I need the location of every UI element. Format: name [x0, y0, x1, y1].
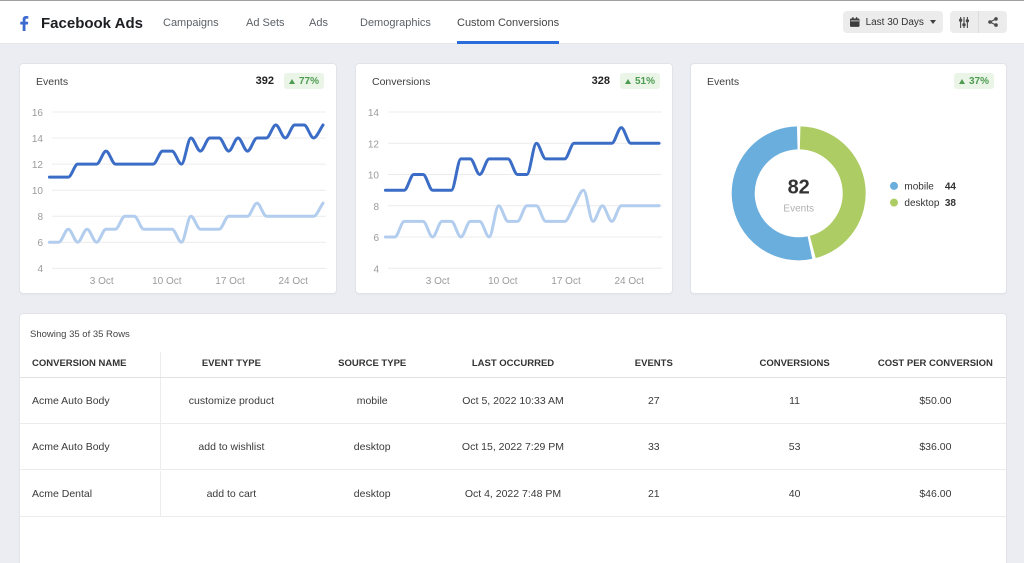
- svg-text:12: 12: [32, 160, 44, 171]
- svg-text:Events: Events: [783, 204, 814, 215]
- svg-text:10: 10: [368, 171, 380, 182]
- svg-text:17 Oct: 17 Oct: [215, 276, 245, 287]
- svg-text:3 Oct: 3 Oct: [426, 276, 450, 287]
- svg-text:12: 12: [368, 139, 380, 150]
- svg-text:3 Oct: 3 Oct: [90, 276, 114, 287]
- svg-text:10: 10: [32, 186, 44, 197]
- svg-text:mobile: mobile: [904, 181, 934, 192]
- svg-text:24 Oct: 24 Oct: [614, 276, 644, 287]
- svg-text:10 Oct: 10 Oct: [488, 276, 518, 287]
- svg-text:desktop: desktop: [904, 198, 939, 209]
- svg-text:6: 6: [37, 238, 43, 249]
- svg-text:10 Oct: 10 Oct: [152, 276, 182, 287]
- svg-text:38: 38: [945, 198, 957, 209]
- svg-text:44: 44: [945, 181, 957, 192]
- svg-text:24 Oct: 24 Oct: [278, 276, 308, 287]
- svg-text:82: 82: [788, 177, 810, 199]
- svg-text:14: 14: [32, 134, 44, 145]
- svg-text:16: 16: [32, 108, 44, 119]
- svg-text:8: 8: [37, 212, 43, 223]
- svg-text:14: 14: [368, 108, 380, 119]
- svg-text:6: 6: [373, 233, 379, 244]
- svg-text:17 Oct: 17 Oct: [551, 276, 581, 287]
- svg-text:4: 4: [37, 264, 43, 275]
- svg-text:8: 8: [373, 202, 379, 213]
- svg-text:4: 4: [373, 264, 379, 275]
